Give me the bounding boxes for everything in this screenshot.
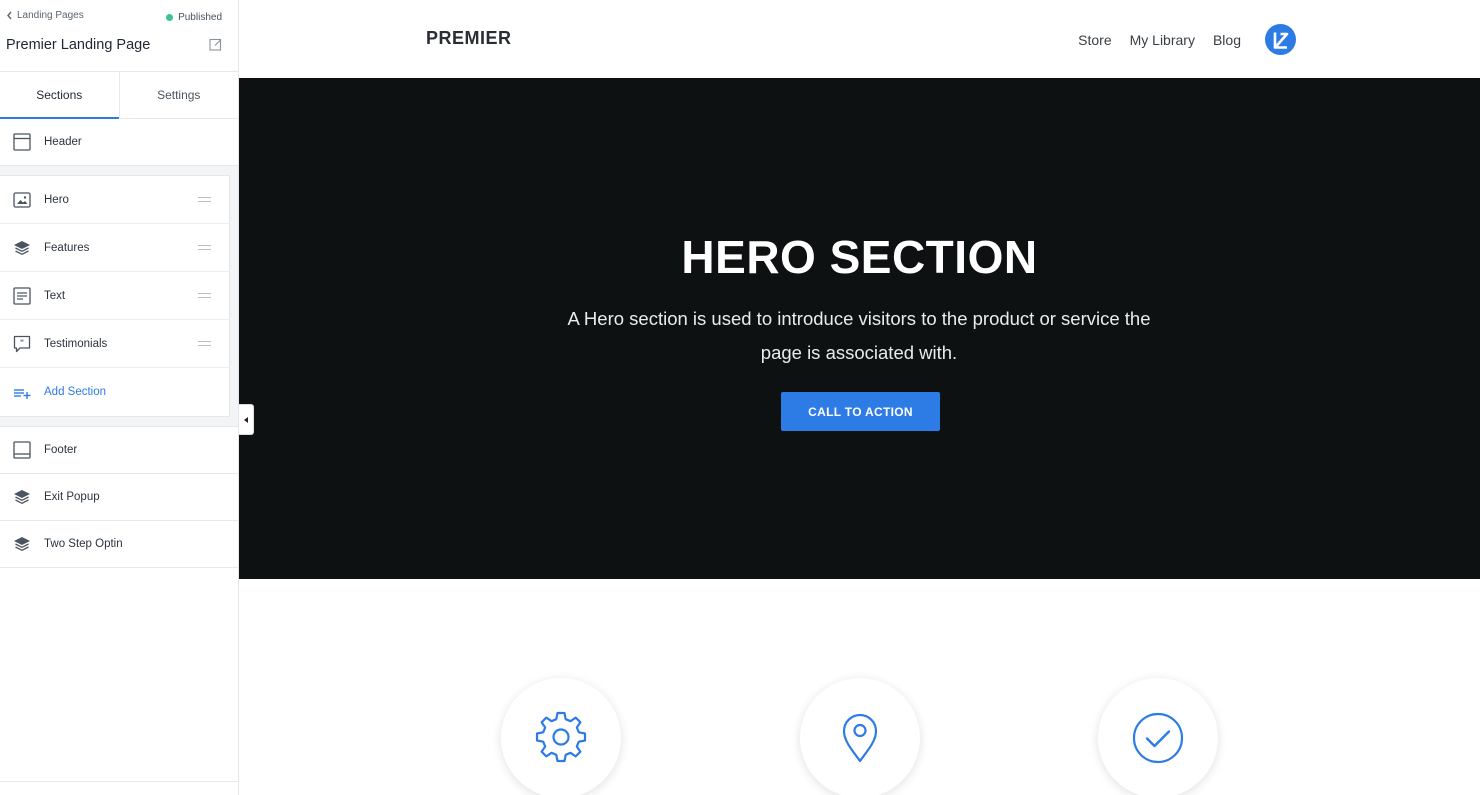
section-item-footer[interactable]: Footer [0,427,238,474]
drag-handle-icon[interactable] [198,196,211,202]
status-badge: Published [166,12,222,23]
section-item-label: Features [44,241,90,254]
back-to-landing-pages-link[interactable]: Landing Pages [6,10,84,21]
add-list-icon [14,389,31,399]
section-item-text[interactable]: Text [0,272,229,320]
chevron-left-icon [7,11,12,20]
status-dot [166,14,174,21]
page-title: Premier Landing Page [6,37,151,53]
image-icon [13,191,31,208]
section-item-label: Header [44,136,82,148]
add-section-label: Add Section [44,386,107,398]
section-item-label: Two Step Optin [44,538,123,550]
feature-icon-circle [1098,678,1218,795]
header-layout-icon [13,133,31,151]
section-item-label: Footer [44,444,78,456]
hero-section[interactable]: HERO SECTION A Hero section is used to i… [239,78,1480,579]
section-item-header[interactable]: Header [0,119,238,166]
section-item-two-step-optin[interactable]: Two Step Optin [0,521,238,568]
editor-sidebar: Landing Pages Published Premier Landing … [0,0,239,795]
section-item-label: Text [44,289,66,302]
k-logo-icon [1273,32,1288,49]
section-item-exit-popup[interactable]: Exit Popup [0,474,238,521]
external-link-icon[interactable] [209,38,222,51]
section-item-label: Hero [44,193,69,206]
sortable-sections-group: Hero Features Text " Testimonials Add Se… [0,166,238,427]
section-item-testimonials[interactable]: " Testimonials [0,320,229,368]
hero-subtitle: A Hero section is used to introduce visi… [567,308,1151,363]
status-label: Published [178,12,222,23]
footer-layout-icon [13,441,31,459]
site-header[interactable]: PREMIER Store My Library Blog [239,0,1480,78]
map-pin-icon [842,713,878,763]
site-brand[interactable]: PREMIER [426,28,512,49]
sidebar-footer [0,781,238,795]
site-nav: Store My Library Blog [1078,24,1296,55]
sidebar-header: Landing Pages Published Premier Landing … [0,0,238,72]
collapse-sidebar-button[interactable] [239,404,254,435]
quote-bubble-icon: " [13,335,31,352]
section-item-hero[interactable]: Hero [0,176,229,224]
layers-icon [14,240,30,255]
hero-title: HERO SECTION [681,231,1038,283]
sidebar-tabs: Sections Settings [0,72,238,119]
caret-left-icon [244,416,248,423]
nav-link-blog[interactable]: Blog [1213,32,1241,48]
check-circle-icon [1132,712,1184,764]
call-to-action-button[interactable]: CALL TO ACTION [781,392,940,431]
nav-link-store[interactable]: Store [1078,32,1111,48]
back-link-label: Landing Pages [17,10,84,21]
section-item-label: Exit Popup [44,491,100,503]
tab-settings[interactable]: Settings [118,72,239,118]
page-preview: PREMIER Store My Library Blog HERO SECTI… [239,0,1480,795]
text-lines-icon [13,286,31,305]
layers-icon [14,537,30,552]
add-section-button[interactable]: Add Section [0,368,229,416]
feature-icon-circle [800,678,920,795]
drag-handle-icon[interactable] [198,292,211,298]
drag-handle-icon[interactable] [198,340,211,346]
svg-text:": " [20,338,24,347]
account-avatar[interactable] [1265,24,1296,55]
section-item-features[interactable]: Features [0,224,229,272]
drag-handle-icon[interactable] [198,244,211,250]
nav-link-my-library[interactable]: My Library [1130,32,1195,48]
tab-sections[interactable]: Sections [0,72,119,119]
layers-icon [14,490,30,505]
gear-icon [535,711,587,763]
section-item-label: Testimonials [44,337,108,350]
feature-icon-circle [501,678,621,795]
